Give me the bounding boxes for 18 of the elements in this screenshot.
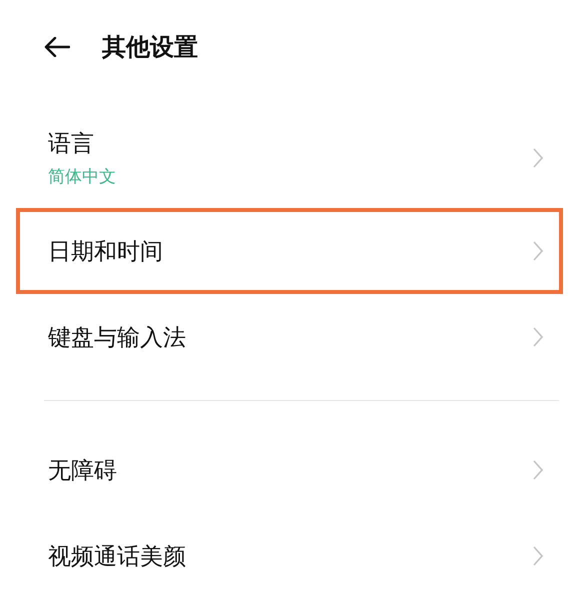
item-label: 无障碍 — [48, 456, 117, 486]
page-title: 其他设置 — [102, 32, 198, 63]
item-label: 语言 — [48, 130, 95, 159]
settings-item[interactable]: 键盘与输入法 — [16, 294, 563, 380]
back-icon[interactable] — [44, 37, 70, 57]
settings-item[interactable]: 日期和时间 — [16, 208, 563, 294]
settings-item[interactable]: 视频通话美颜 — [16, 513, 563, 599]
chevron-icon — [533, 241, 543, 261]
chevron-icon — [533, 460, 543, 480]
item-label: 视频通话美颜 — [48, 542, 186, 572]
chevron-icon — [533, 546, 543, 566]
chevron-icon — [533, 327, 543, 347]
settings-item[interactable]: 无障碍 — [16, 427, 563, 513]
chevron-icon — [533, 148, 543, 168]
item-label: 日期和时间 — [48, 238, 163, 266]
item-label: 键盘与输入法 — [48, 324, 186, 352]
settings-item[interactable]: 语言 简体中文 — [16, 108, 563, 208]
item-value: 简体中文 — [48, 166, 116, 188]
